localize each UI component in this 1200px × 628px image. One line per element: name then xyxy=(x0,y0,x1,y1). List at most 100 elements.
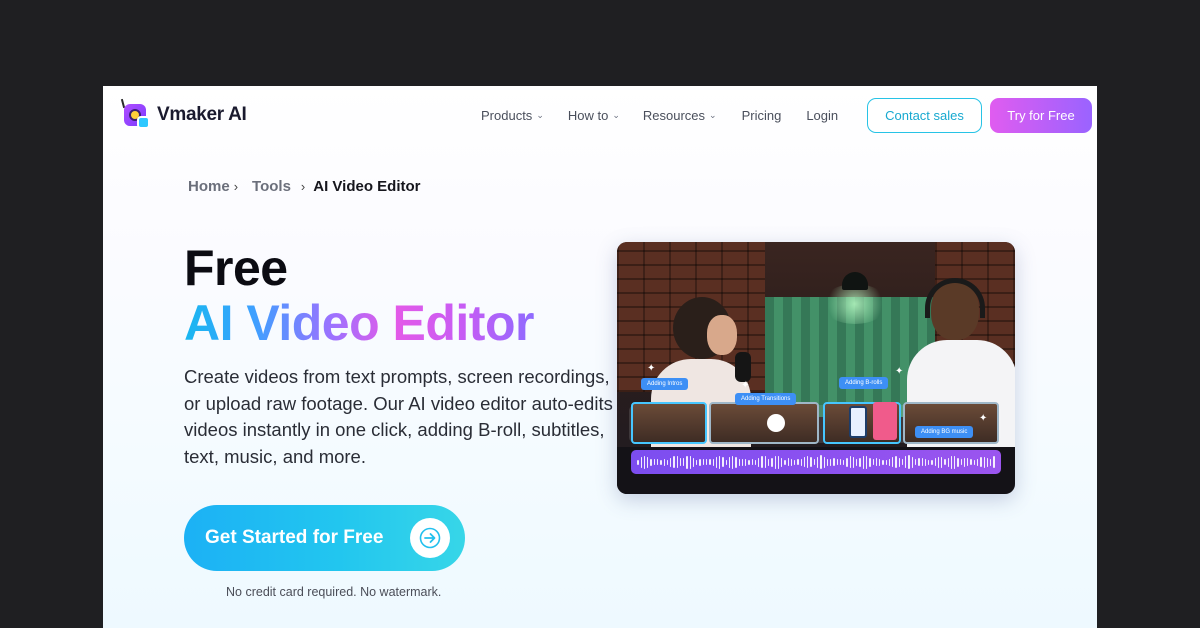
waveform-bar xyxy=(885,459,887,465)
tag-adding-bg-music: Adding BG music xyxy=(915,426,974,438)
waveform-bar xyxy=(986,457,989,467)
waveform-bar xyxy=(993,456,995,468)
waveform-bar xyxy=(908,455,910,469)
waveform-bar xyxy=(689,455,691,469)
waveform-bar xyxy=(768,458,770,466)
waveform-bar xyxy=(941,456,943,468)
nav-item-login[interactable]: Login xyxy=(806,108,838,123)
get-started-button[interactable]: Get Started for Free xyxy=(184,505,465,571)
nav-item-products[interactable]: Products ⌄ xyxy=(481,108,544,123)
lamp-icon xyxy=(842,272,868,290)
waveform-bar xyxy=(751,459,753,465)
cta-note: No credit card required. No watermark. xyxy=(226,585,442,599)
waveform-bar xyxy=(794,459,796,465)
waveform-bar xyxy=(735,456,737,468)
waveform-bar xyxy=(683,458,685,466)
waveform-bar xyxy=(784,459,786,465)
waveform-bar xyxy=(882,459,884,465)
waveform-bar xyxy=(947,457,949,467)
waveform-bar xyxy=(800,458,802,466)
tag-adding-brolls: Adding B-rolls xyxy=(839,377,889,389)
waveform-bar xyxy=(888,458,891,466)
waveform-bar xyxy=(846,457,848,467)
waveform-bar xyxy=(647,456,649,468)
waveform-bar xyxy=(712,458,714,466)
waveform-bar xyxy=(830,458,832,466)
waveform-bar xyxy=(754,459,757,465)
waveform-bar xyxy=(758,457,760,467)
waveform-bar xyxy=(833,458,835,466)
waveform-bar xyxy=(725,459,727,465)
waveform-bar xyxy=(849,456,851,468)
brand-logo[interactable]: Vmaker AI xyxy=(120,98,247,130)
waveform-bar xyxy=(719,455,721,469)
waveform-bar xyxy=(653,459,655,465)
waveform-bar xyxy=(950,455,953,469)
waveform-bar xyxy=(738,458,740,466)
waveform-bar xyxy=(944,459,946,465)
waveform-bar xyxy=(973,459,976,465)
chevron-down-icon: ⌄ xyxy=(612,110,620,120)
waveform-bar xyxy=(963,457,966,467)
waveform-bar xyxy=(810,457,812,467)
waveform-bar xyxy=(670,457,672,467)
breadcrumb: Home › Tools › AI Video Editor xyxy=(188,178,421,195)
nav-item-pricing[interactable]: Pricing xyxy=(742,108,782,123)
try-for-free-button[interactable]: Try for Free xyxy=(990,98,1092,133)
waveform-bar xyxy=(970,459,972,465)
waveform-bar xyxy=(905,456,907,468)
contact-sales-button[interactable]: Contact sales xyxy=(867,98,982,133)
waveform-bar xyxy=(872,459,874,465)
waveform-bar xyxy=(803,457,806,467)
waveform-bar xyxy=(817,456,819,468)
breadcrumb-home[interactable]: Home xyxy=(188,178,230,195)
nav-item-how-to[interactable]: How to ⌄ xyxy=(568,108,620,123)
waveform-bar xyxy=(656,459,659,465)
waveform-bar xyxy=(728,456,731,468)
nav-item-label: Products xyxy=(481,108,533,123)
waveform-bar xyxy=(875,458,878,466)
vmaker-logo-icon xyxy=(120,98,151,130)
waveform-bar xyxy=(807,456,809,468)
waveform-bar xyxy=(892,457,894,467)
waveform-bar xyxy=(911,456,913,468)
waveform-bar xyxy=(862,455,864,469)
waveform-bar xyxy=(914,459,917,465)
waveform-bar xyxy=(836,459,838,465)
waveform-bar xyxy=(787,458,789,466)
waveform-bar xyxy=(790,458,793,466)
microphone-icon xyxy=(735,352,751,382)
waveform-bar xyxy=(676,456,678,468)
waveform-bar xyxy=(983,456,985,468)
waveform-bar xyxy=(771,457,773,467)
waveform-bar xyxy=(702,459,704,465)
tag-adding-intros: Adding Intros xyxy=(641,378,689,390)
lamp-glow xyxy=(822,284,888,324)
waveform-bar xyxy=(921,458,923,466)
waveform-bar xyxy=(990,458,992,466)
waveform-bar xyxy=(696,459,698,465)
waveform-bar xyxy=(692,457,695,467)
waveform-bar xyxy=(865,455,868,469)
nav-item-resources[interactable]: Resources ⌄ xyxy=(643,108,717,123)
waveform-bar xyxy=(954,455,956,469)
nav-item-label: Pricing xyxy=(741,108,782,123)
sparkle-icon: ✦ xyxy=(979,413,988,424)
waveform-bar xyxy=(722,457,724,467)
nav-item-label: Resources xyxy=(642,108,706,123)
phone-icon xyxy=(849,406,867,438)
video-preview[interactable]: Adding Intros Adding Transitions Adding … xyxy=(617,242,1015,494)
breadcrumb-tools[interactable]: Tools xyxy=(252,178,291,195)
waveform-bar xyxy=(709,459,711,465)
timeline-clip xyxy=(709,402,819,444)
sparkle-icon: ✦ xyxy=(647,363,656,374)
waveform-bar xyxy=(957,457,959,467)
hero-description: Create videos from text prompts, screen … xyxy=(184,366,613,467)
waveform-bar xyxy=(748,459,750,465)
waveform-bar xyxy=(859,457,861,467)
chevron-down-icon: ⌄ xyxy=(709,110,717,120)
timeline-clip xyxy=(631,402,707,444)
waveform-bar xyxy=(643,455,646,469)
waveform-bar xyxy=(764,456,767,468)
waveform-bar xyxy=(928,459,930,465)
